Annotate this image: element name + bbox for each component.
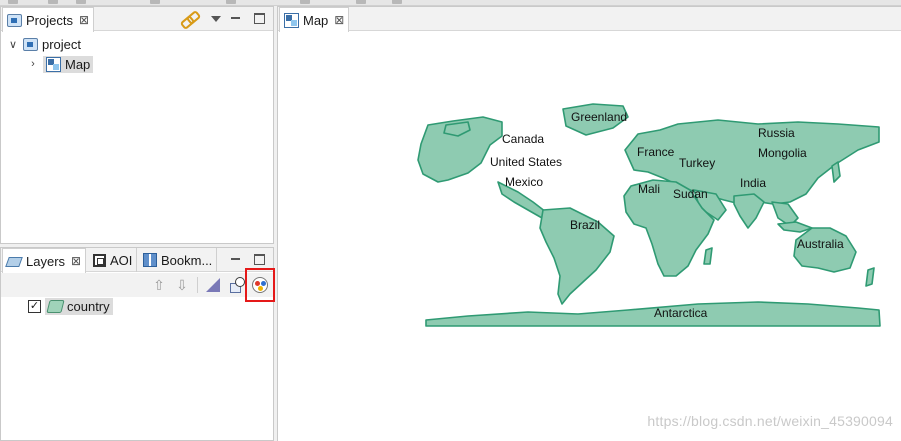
tab-projects-label: Projects	[26, 12, 73, 28]
country-polygons	[417, 103, 881, 327]
country-label: Antarctica	[654, 306, 708, 320]
expanded-chevron-icon[interactable]: ∨	[7, 38, 19, 51]
tab-bookmarks[interactable]: Bookm...	[139, 248, 218, 272]
layers-toolbar: ⇧ ⇩	[1, 268, 275, 302]
view-menu-chevron-down-icon[interactable]	[211, 16, 221, 22]
country-label: United States	[490, 155, 563, 169]
tab-map-label: Map	[303, 12, 329, 28]
link-with-editor-icon[interactable]	[181, 11, 197, 27]
tree-item-map[interactable]: › Map	[27, 55, 94, 73]
map-icon	[284, 12, 299, 28]
minimize-icon[interactable]	[230, 254, 241, 265]
tree-item-project[interactable]: ∨ project	[7, 35, 81, 53]
close-icon[interactable]: ⊠	[334, 13, 344, 27]
tab-projects[interactable]: Projects ⊠	[2, 7, 95, 32]
map-panel: Map ⊠ Greenland Canada Russia France Mon…	[277, 6, 901, 441]
country-label: Australia	[797, 237, 844, 251]
indonesia-polygon	[777, 221, 813, 233]
polygon-layer-icon	[46, 299, 65, 313]
select-features-icon[interactable]	[228, 277, 245, 293]
country-label: Russia	[758, 126, 795, 140]
tab-layers-label: Layers	[26, 253, 66, 269]
tab-aoi[interactable]: AOI	[89, 248, 138, 272]
collapsed-chevron-icon[interactable]: ›	[27, 58, 39, 70]
tree-item-map-label: Map	[65, 56, 91, 72]
projects-icon	[7, 13, 22, 27]
projects-panel: Projects ⊠ ∨ project › Map	[0, 6, 274, 244]
country-label: Mali	[638, 182, 661, 196]
bookmark-icon	[143, 253, 157, 267]
close-icon[interactable]: ⊠	[71, 254, 81, 268]
maximize-icon[interactable]	[254, 13, 265, 24]
ruler-icon[interactable]	[206, 278, 220, 292]
layer-visibility-checkbox[interactable]: ✓	[28, 299, 41, 313]
tab-layers[interactable]: Layers ⊠	[2, 248, 87, 273]
madagascar-polygon	[703, 247, 713, 265]
new-zealand-polygon	[865, 267, 875, 287]
layer-item-selection[interactable]: country	[45, 297, 113, 315]
close-icon[interactable]: ⊠	[79, 13, 89, 27]
country-label: Mongolia	[758, 146, 807, 160]
country-label: Greenland	[571, 110, 628, 124]
projects-tabbar: Projects ⊠	[1, 7, 273, 32]
country-label: Turkey	[679, 156, 716, 170]
watermark: https://blog.csdn.net/weixin_45390094	[647, 413, 893, 429]
japan-polygon	[831, 161, 841, 183]
india-polygon	[733, 193, 765, 229]
country-label: Sudan	[673, 187, 708, 201]
move-up-icon[interactable]: ⇧	[151, 277, 167, 293]
map-tabbar: Map ⊠	[278, 7, 901, 32]
antarctica-polygon	[425, 301, 881, 327]
app-window: Projects ⊠ ∨ project › Map Layers ⊠ AOI …	[0, 0, 901, 441]
map-canvas[interactable]: Greenland Canada Russia France Mongolia …	[278, 32, 901, 441]
country-label: Brazil	[570, 218, 601, 232]
country-label: Canada	[502, 132, 545, 146]
layers-panel: Layers ⊠ AOI Bookm... ⇧ ⇩ ✓ country	[0, 247, 275, 441]
project-icon	[23, 37, 38, 51]
move-down-icon[interactable]: ⇩	[174, 277, 190, 293]
tree-item-map-selection[interactable]: Map	[43, 55, 94, 73]
layer-item-country[interactable]: ✓ country	[28, 297, 113, 315]
minimize-icon[interactable]	[230, 13, 241, 24]
tab-map[interactable]: Map ⊠	[279, 7, 350, 32]
layers-tabbar: Layers ⊠ AOI Bookm...	[1, 248, 273, 273]
aoi-icon	[93, 253, 106, 267]
country-label: France	[637, 145, 675, 159]
country-label: Mexico	[505, 175, 544, 189]
tab-bookmarks-label: Bookm...	[161, 252, 213, 268]
country-label: India	[740, 176, 767, 190]
layer-item-label: country	[67, 298, 110, 314]
toolbar-separator	[197, 277, 198, 293]
map-icon	[46, 56, 61, 72]
tree-item-project-label: project	[42, 36, 82, 52]
tab-aoi-label: AOI	[110, 252, 133, 268]
layers-icon	[7, 255, 22, 268]
maximize-icon[interactable]	[254, 254, 265, 265]
highlight-box	[245, 268, 275, 302]
